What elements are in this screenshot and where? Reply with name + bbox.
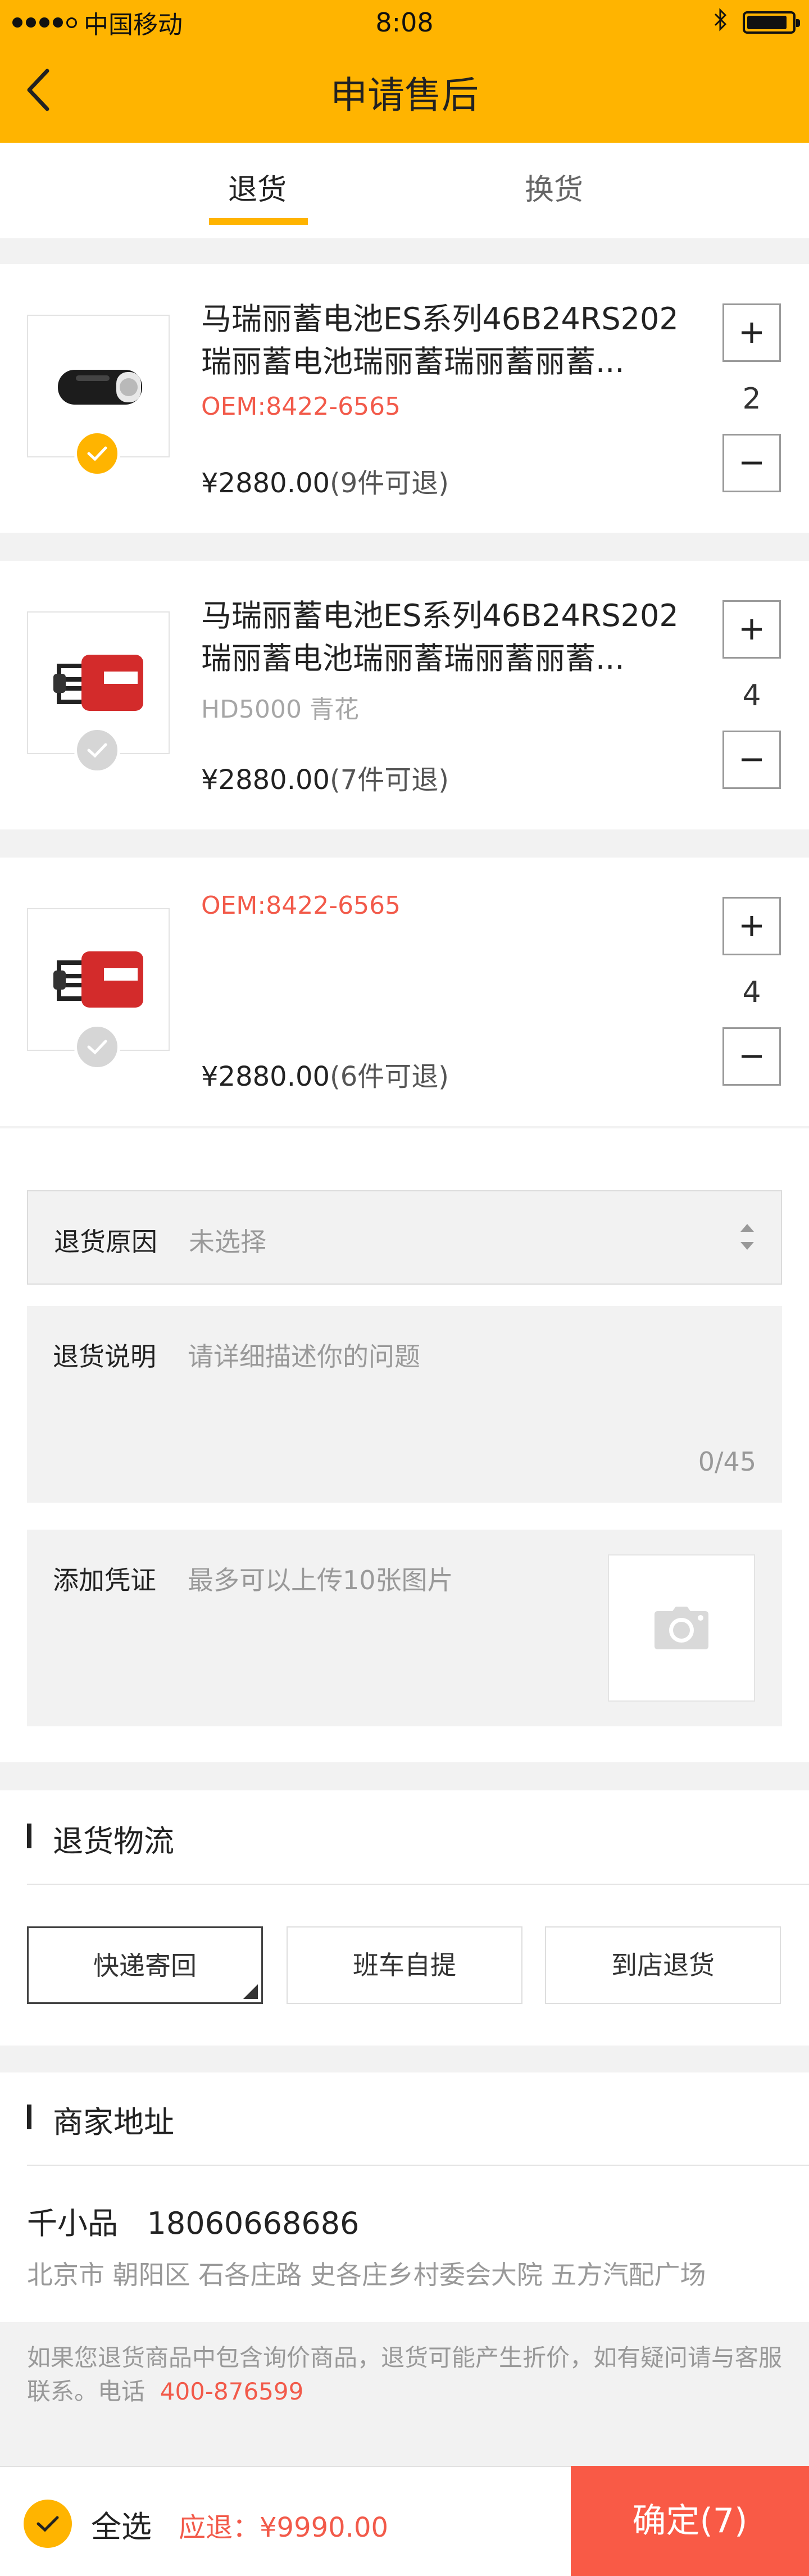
tab-bar	[0, 143, 809, 238]
reason-label: 退货原因	[54, 1227, 157, 1257]
chevron-left-icon	[27, 69, 49, 111]
status-time: 8:08	[375, 7, 434, 38]
minus-icon	[742, 1055, 762, 1058]
product-price: ¥2880.00(7件可退)	[201, 764, 449, 796]
refund-total: 应退：¥9990.00	[179, 2512, 389, 2543]
plus-icon	[742, 323, 762, 343]
contact-name: 千小品	[27, 2206, 118, 2241]
qty-value: 4	[742, 976, 761, 1009]
description-counter: 0/45	[698, 1446, 756, 1477]
qty-value: 4	[742, 679, 761, 713]
sort-arrows-icon	[740, 1224, 754, 1250]
selected-corner-icon	[243, 1984, 258, 1999]
status-bar-right	[713, 7, 800, 38]
check-icon	[87, 446, 107, 461]
qty-plus-button[interactable]	[722, 600, 781, 659]
tab-active-indicator	[209, 218, 308, 225]
qty-minus-button[interactable]	[722, 731, 781, 789]
plus-icon	[742, 916, 762, 936]
camera-icon	[655, 1607, 708, 1649]
logistics-option-bus-pickup[interactable]: 班车自提	[287, 1926, 522, 2004]
address-detail: 北京市 朝阳区 石各庄路 史各庄乡村委会大院 五方汽配广场	[27, 2260, 706, 2290]
product-oem: OEM:8422-6565	[201, 392, 401, 421]
product-card: 马瑞丽蓄电池ES系列46B24RS202 瑞丽蓄电池瑞丽蓄瑞丽蓄丽蓄... HD5…	[0, 561, 809, 829]
contact-phone: 18060668686	[147, 2206, 360, 2241]
select-all-label: 全选	[91, 2509, 152, 2545]
section-marker	[27, 1824, 31, 1848]
product-card: 马瑞丽蓄电池ES系列46B24RS202 瑞丽蓄电池瑞丽蓄瑞丽蓄丽蓄... OEM…	[0, 264, 809, 533]
back-button[interactable]	[22, 66, 56, 114]
product-oem: OEM:8422-6565	[201, 891, 401, 920]
minus-icon	[742, 758, 762, 761]
logistics-title: 退货物流	[53, 1824, 174, 1859]
section-marker	[27, 2105, 31, 2129]
reason-select[interactable]: 退货原因 未选择	[27, 1190, 782, 1285]
description-placeholder: 请详细描述你的问题	[188, 1341, 420, 1372]
product-name: 马瑞丽蓄电池ES系列46B24RS202 瑞丽蓄电池瑞丽蓄瑞丽蓄丽蓄...	[201, 598, 679, 676]
confirm-button[interactable]: 确定(7)	[571, 2466, 809, 2576]
contact-line: 千小品 18060668686	[27, 2198, 359, 2243]
select-checkbox[interactable]	[74, 1024, 120, 1070]
description-label: 退货说明	[53, 1341, 156, 1372]
qty-value: 2	[742, 382, 761, 416]
upload-photo-button[interactable]	[608, 1554, 755, 1702]
qty-plus-button[interactable]	[722, 303, 781, 362]
proof-hint: 最多可以上传10张图片	[188, 1565, 453, 1595]
proof-label: 添加凭证	[53, 1565, 156, 1595]
select-checkbox[interactable]	[74, 430, 120, 477]
qty-minus-button[interactable]	[722, 434, 781, 492]
bluetooth-icon	[713, 7, 728, 38]
product-card: OEM:8422-6565 ¥2880.00(6件可退) 4	[0, 858, 809, 1126]
divider	[27, 1884, 809, 1885]
check-icon	[37, 2516, 59, 2532]
product-name: 马瑞丽蓄电池ES系列46B24RS202 瑞丽蓄电池瑞丽蓄瑞丽蓄丽蓄...	[201, 301, 679, 379]
product-price: ¥2880.00(9件可退)	[201, 468, 449, 499]
check-icon	[87, 1040, 107, 1055]
plus-icon	[742, 619, 762, 640]
select-all-checkbox[interactable]	[24, 2500, 72, 2548]
reason-value: 未选择	[189, 1227, 266, 1257]
battery-icon	[743, 11, 800, 34]
minus-icon	[742, 461, 762, 465]
product-price: ¥2880.00(6件可退)	[201, 1061, 449, 1092]
check-icon	[87, 743, 107, 758]
address-title: 商家地址	[53, 2105, 174, 2140]
option-label: 班车自提	[353, 1950, 456, 1980]
option-label: 快递寄回	[93, 1951, 197, 1981]
service-phone-link[interactable]: 400-876599	[160, 2378, 304, 2405]
tab-exchange[interactable]: 换货	[442, 143, 666, 238]
description-field[interactable]: 退货说明 请详细描述你的问题 0/45	[27, 1306, 782, 1503]
qty-plus-button[interactable]	[722, 897, 781, 955]
logistics-option-store-return[interactable]: 到店退货	[545, 1926, 781, 2004]
product-spec: HD5000 青花	[201, 695, 359, 724]
option-label: 到店退货	[611, 1950, 715, 1980]
return-notice: 如果您退货商品中包含询价商品，退货可能产生折价，如有疑问请与客服联系。电话 40…	[27, 2344, 783, 2405]
logistics-option-express[interactable]: 快递寄回	[27, 1926, 263, 2004]
qty-minus-button[interactable]	[722, 1027, 781, 1086]
select-checkbox[interactable]	[74, 727, 120, 773]
divider	[27, 2165, 809, 2166]
